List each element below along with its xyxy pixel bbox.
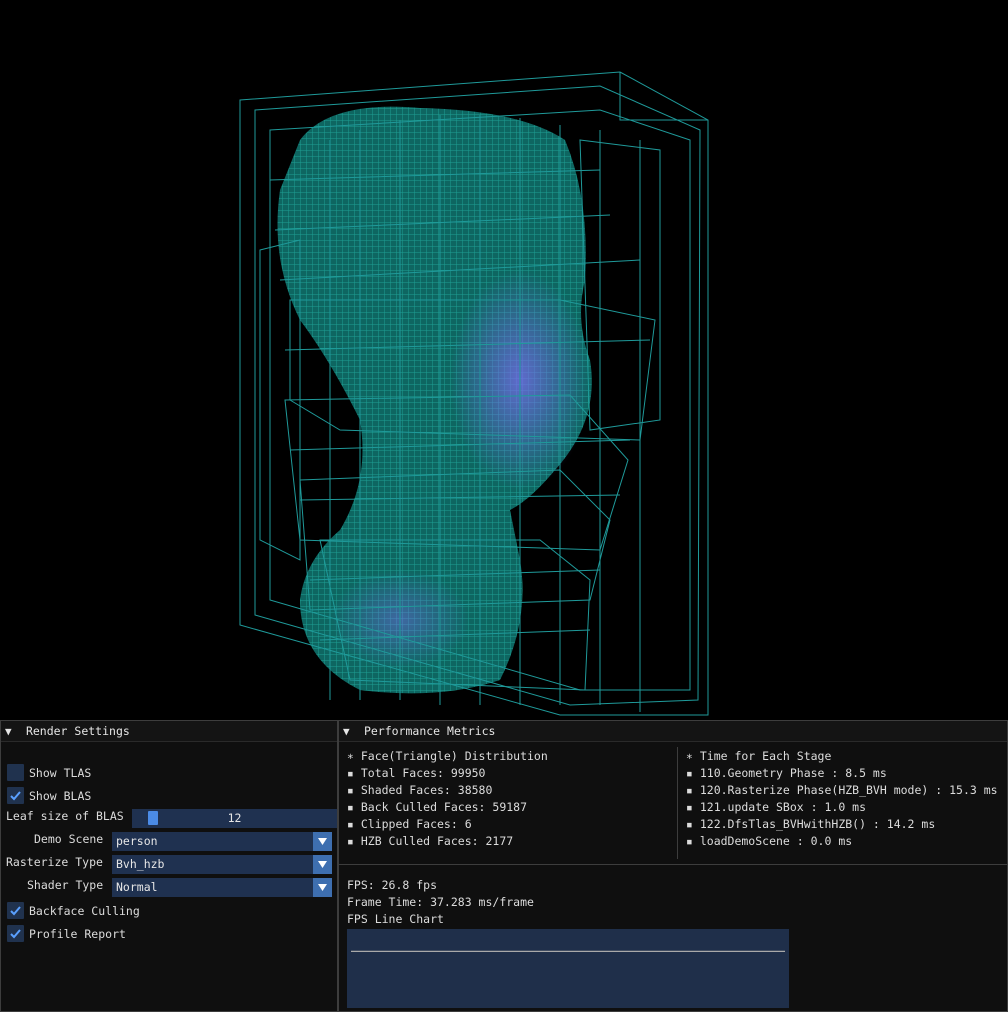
shader-type-label: Shader Type bbox=[27, 878, 104, 892]
faces-item: ▪ Total Faces: 99950 bbox=[347, 766, 486, 780]
shader-type-dropdown[interactable]: Normal bbox=[112, 878, 332, 897]
backface-culling-label: Backface Culling bbox=[29, 904, 140, 918]
fps-line-chart[interactable] bbox=[347, 929, 789, 1008]
render-settings-header[interactable]: ▼ Render Settings bbox=[1, 721, 337, 742]
collapse-arrow-icon[interactable]: ▼ bbox=[343, 722, 357, 742]
faces-item: ▪ Back Culled Faces: 59187 bbox=[347, 800, 528, 814]
demo-scene-label: Demo Scene bbox=[34, 832, 104, 846]
bvh-render-canvas bbox=[239, 71, 709, 716]
leaf-size-label: Leaf size of BLAS bbox=[6, 809, 124, 823]
check-icon bbox=[10, 906, 21, 916]
demo-scene-value: person bbox=[116, 834, 158, 848]
faces-item: ▪ Shaded Faces: 38580 bbox=[347, 783, 493, 797]
faces-header: ∗ Face(Triangle) Distribution bbox=[347, 749, 548, 763]
stage-item: ▪ loadDemoScene : 0.0 ms bbox=[686, 834, 853, 848]
fps-chart-svg bbox=[351, 950, 785, 952]
check-icon bbox=[10, 929, 21, 939]
performance-metrics-header[interactable]: ▼ Performance Metrics bbox=[339, 721, 1007, 742]
profile-report-checkbox[interactable] bbox=[7, 925, 24, 942]
performance-metrics-title: Performance Metrics bbox=[363, 724, 496, 738]
chevron-down-icon bbox=[318, 861, 327, 868]
leaf-size-slider[interactable]: 12 bbox=[132, 809, 337, 828]
faces-item: ▪ Clipped Faces: 6 bbox=[347, 817, 472, 831]
demo-scene-dropdown[interactable]: person bbox=[112, 832, 332, 851]
frame-time-readout: Frame Time: 37.283 ms/frame bbox=[347, 895, 534, 909]
rasterize-type-value: Bvh_hzb bbox=[116, 857, 165, 871]
dropdown-arrow[interactable] bbox=[313, 878, 332, 897]
section-divider bbox=[339, 864, 1007, 865]
performance-metrics-panel: ▼ Performance Metrics ∗ Face(Triangle) D… bbox=[338, 720, 1008, 1012]
dropdown-arrow[interactable] bbox=[313, 832, 332, 851]
fps-readout: FPS: 26.8 fps bbox=[347, 878, 438, 892]
show-tlas-checkbox[interactable] bbox=[7, 764, 24, 781]
show-blas-checkbox[interactable] bbox=[7, 787, 24, 804]
check-icon bbox=[10, 791, 21, 801]
leaf-size-value: 12 bbox=[227, 811, 242, 825]
profile-report-label: Profile Report bbox=[29, 927, 126, 941]
fps-chart-label: FPS Line Chart bbox=[347, 912, 444, 926]
render-viewport[interactable] bbox=[0, 0, 1008, 722]
rasterize-type-label: Rasterize Type bbox=[6, 855, 103, 869]
stage-item: ▪ 120.Rasterize Phase(HZB_BVH mode) : 15… bbox=[686, 783, 998, 797]
render-settings-title: Render Settings bbox=[25, 724, 130, 738]
column-divider bbox=[677, 747, 678, 859]
chevron-down-icon bbox=[318, 884, 327, 891]
stage-item: ▪ 122.DfsTlas_BVHwithHZB() : 14.2 ms bbox=[686, 817, 936, 831]
backface-culling-checkbox[interactable] bbox=[7, 902, 24, 919]
faces-item: ▪ HZB Culled Faces: 2177 bbox=[347, 834, 514, 848]
show-tlas-label: Show TLAS bbox=[29, 766, 92, 780]
stage-item: ▪ 121.update SBox : 1.0 ms bbox=[686, 800, 867, 814]
stages-header: ∗ Time for Each Stage bbox=[686, 749, 832, 763]
collapse-arrow-icon[interactable]: ▼ bbox=[5, 722, 19, 742]
rasterize-type-dropdown[interactable]: Bvh_hzb bbox=[112, 855, 332, 874]
dropdown-arrow[interactable] bbox=[313, 855, 332, 874]
stage-item: ▪ 110.Geometry Phase : 8.5 ms bbox=[686, 766, 887, 780]
shader-type-value: Normal bbox=[116, 880, 158, 894]
show-blas-label: Show BLAS bbox=[29, 789, 92, 803]
chevron-down-icon bbox=[318, 838, 327, 845]
render-settings-panel: ▼ Render Settings Show TLAS Show BLAS Le… bbox=[0, 720, 338, 1012]
